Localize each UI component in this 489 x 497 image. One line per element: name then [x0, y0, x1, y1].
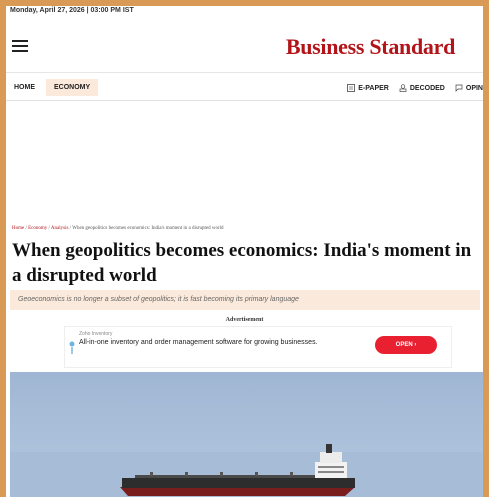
nav-epaper-label: E-PAPER: [358, 84, 389, 92]
nav-decoded-label: DECODED: [409, 84, 445, 92]
newspaper-icon: [347, 84, 356, 92]
decoded-icon: [399, 84, 407, 92]
nav-opinion-label: OPIN: [465, 84, 483, 92]
ad-text: All-in-one inventory and order managemen…: [79, 339, 318, 346]
nav-item-decoded[interactable]: DECODED: [399, 84, 445, 92]
nav-item-opinion[interactable]: OPIN: [455, 84, 483, 92]
breadcrumb-current: When geopolitics becomes economics: Indi…: [72, 226, 224, 231]
ad-open-button[interactable]: OPEN ›: [375, 336, 437, 354]
breadcrumb-analysis[interactable]: Analysis: [51, 226, 69, 231]
tanker-ship-illustration: [10, 444, 483, 497]
ad-brand: Zoho Inventory: [79, 331, 113, 337]
nav-right-links: E-PAPER DECODED OPIN: [347, 84, 483, 92]
ad-banner[interactable]: Zoho Inventory All-in-one inventory and …: [64, 326, 452, 368]
article-hero-image: [10, 372, 483, 497]
opinion-icon: [455, 84, 463, 92]
nav-item-economy[interactable]: ECONOMY: [46, 79, 99, 96]
site-logo[interactable]: Business Standard: [286, 34, 455, 60]
site-header: Business Standard: [6, 22, 483, 73]
breadcrumb: Home / Economy / Analysis / When geopoli…: [12, 226, 224, 231]
hamburger-menu-icon[interactable]: [12, 40, 28, 52]
dateline: Monday, April 27, 2026 | 03:00 PM IST: [10, 7, 134, 14]
breadcrumb-home[interactable]: Home: [12, 226, 24, 231]
article-headline: When geopolitics becomes economics: Indi…: [12, 240, 472, 286]
article-subhead: Geoeconomics is no longer a subset of ge…: [10, 290, 480, 310]
nav-bar: HOME ECONOMY E-PAPER DECODED OPIN: [6, 76, 483, 101]
ad-label: Advertisement: [225, 317, 264, 323]
nav-item-home[interactable]: HOME: [14, 84, 35, 91]
breadcrumb-economy[interactable]: Economy: [28, 226, 47, 231]
nav-item-epaper[interactable]: E-PAPER: [347, 84, 389, 92]
ad-info-icon: [69, 341, 75, 354]
